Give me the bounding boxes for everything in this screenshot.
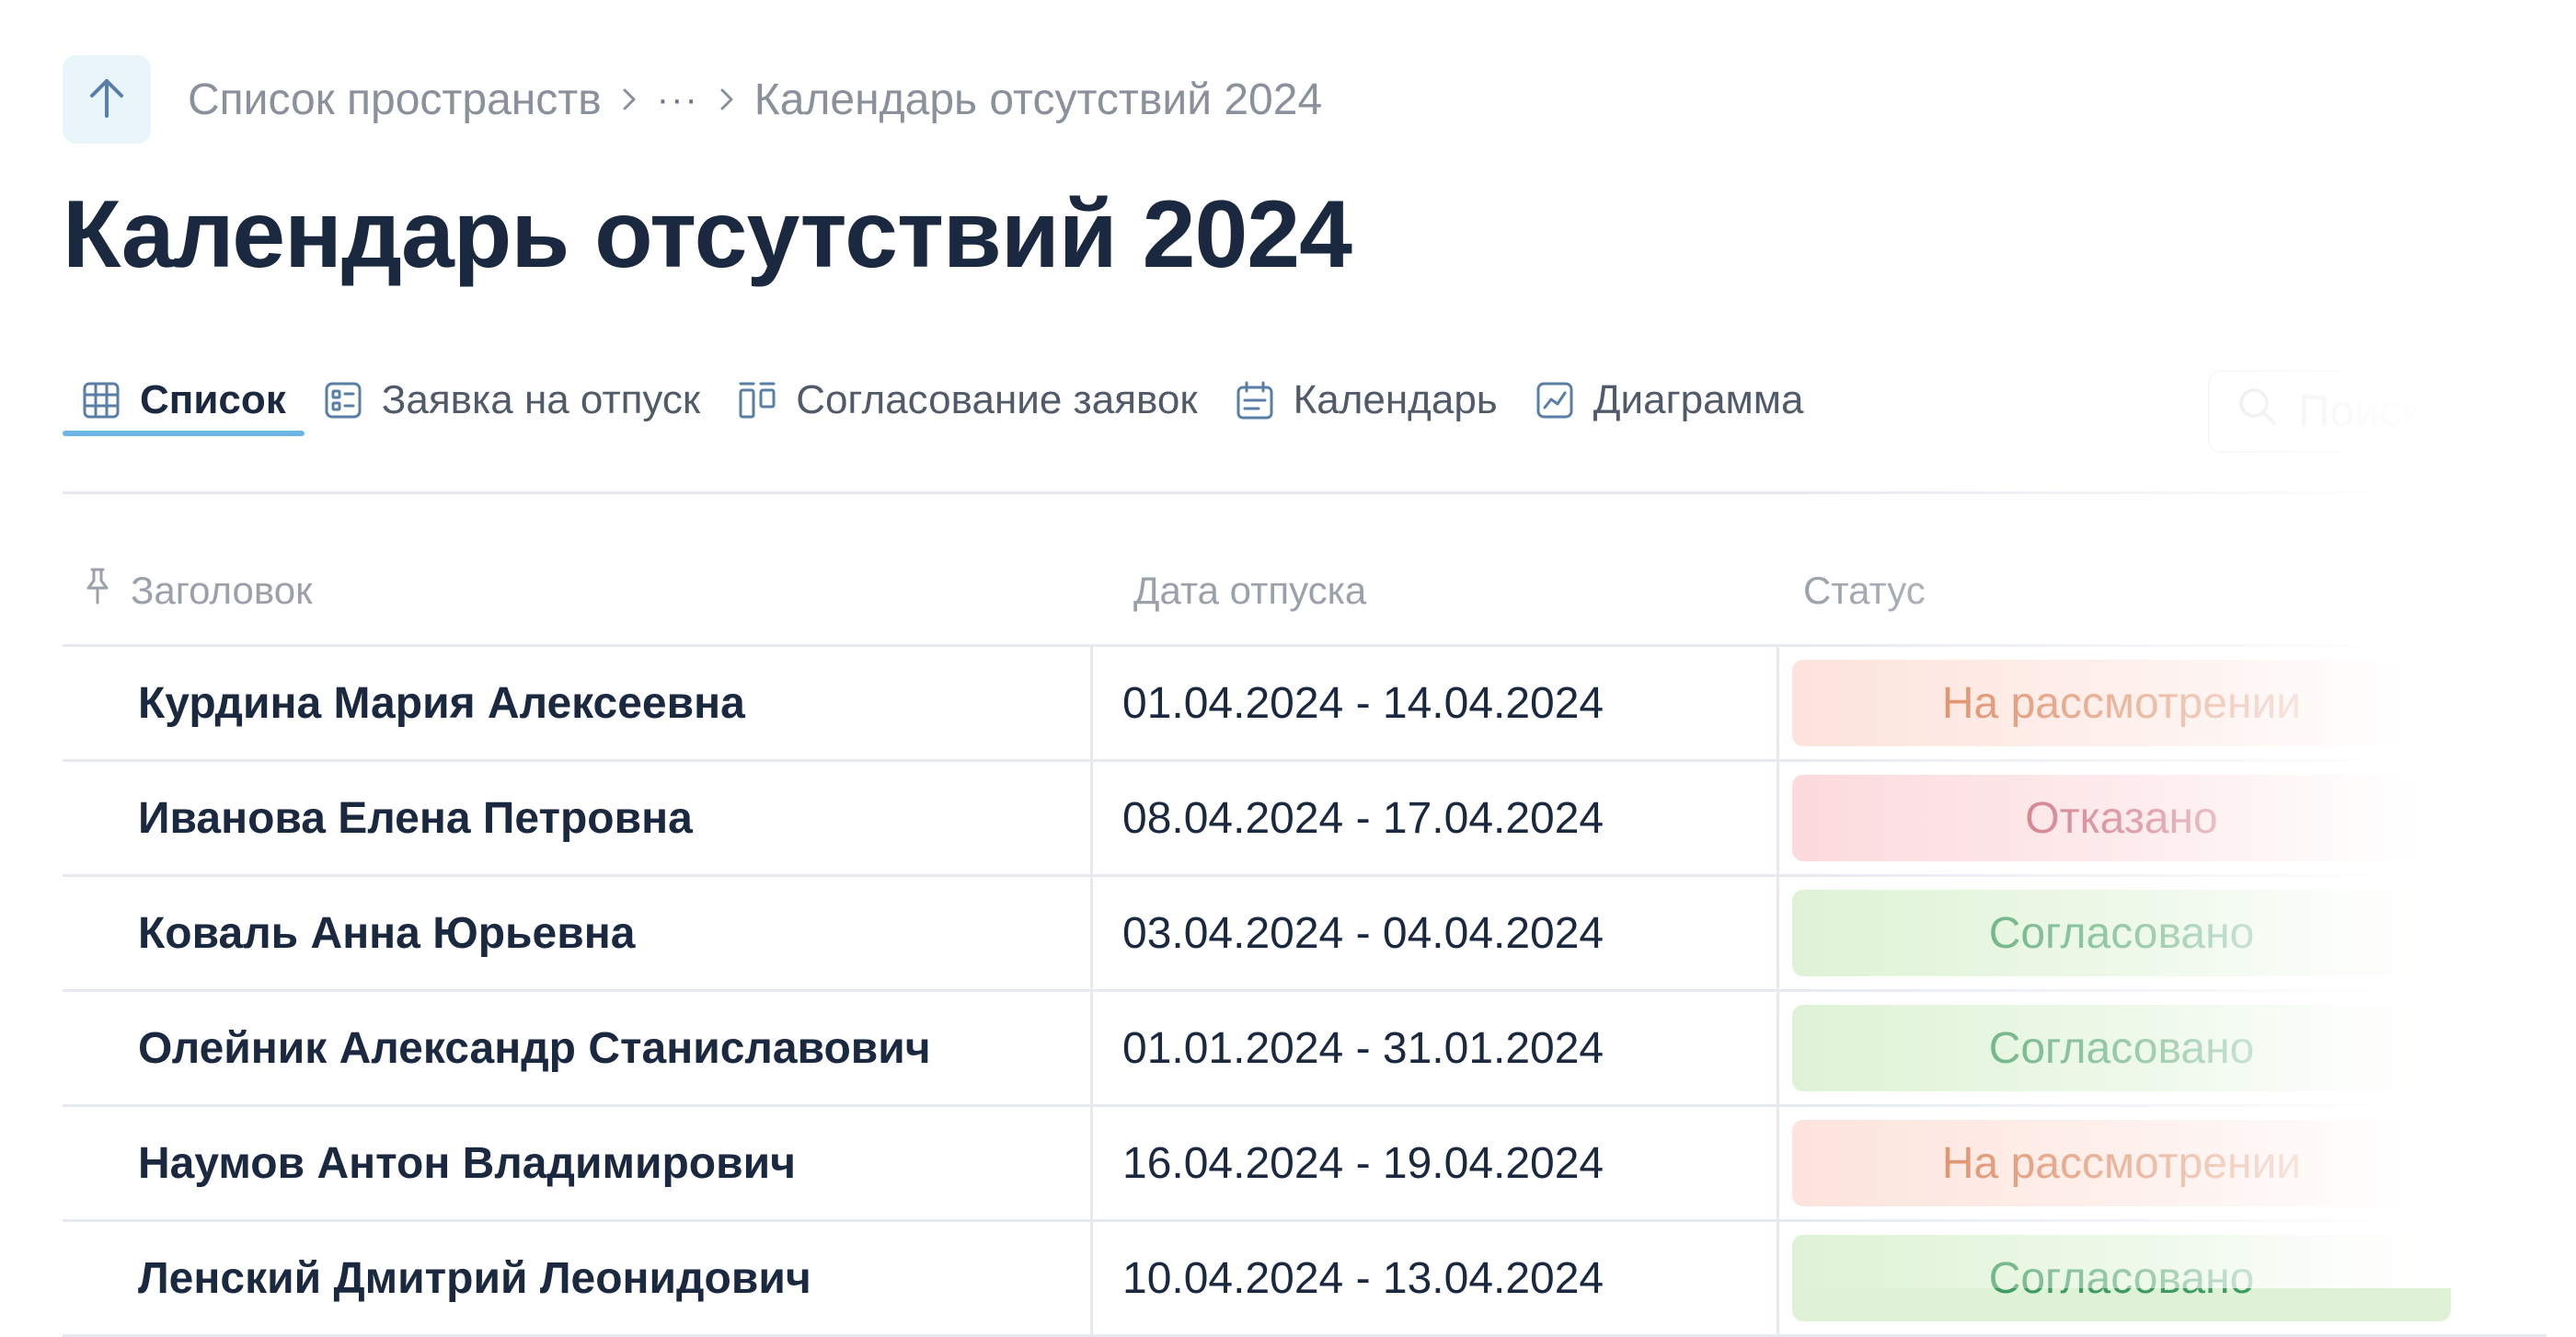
cell-dates: 03.04.2024 - 04.04.2024 bbox=[1093, 877, 1779, 989]
cell-status: Отказано bbox=[1779, 762, 2547, 874]
column-header-status-label: Статус bbox=[1803, 569, 1926, 612]
cell-dates: 10.04.2024 - 13.04.2024 bbox=[1093, 1222, 1779, 1334]
search-input[interactable]: Поиск bbox=[2208, 370, 2558, 453]
table-row[interactable]: Иванова Елена Петровна 08.04.2024 - 17.0… bbox=[63, 762, 2547, 877]
cell-title: Наумов Антон Владимирович bbox=[63, 1107, 1093, 1219]
table-header: Заголовок Дата отпуска Статус bbox=[63, 537, 2547, 647]
status-badge: Согласовано bbox=[1792, 1235, 2451, 1321]
breadcrumb-ellipsis[interactable]: ··· bbox=[657, 79, 699, 121]
tab-approvals-label: Согласование заявок bbox=[796, 377, 1198, 422]
status-badge: Согласовано bbox=[1792, 1005, 2451, 1091]
tab-list[interactable]: Список bbox=[63, 333, 305, 467]
search-placeholder: Поиск bbox=[2298, 386, 2421, 436]
table-row[interactable]: Ленский Дмитрий Леонидович 10.04.2024 - … bbox=[63, 1222, 2547, 1337]
view-tabs: Список Заявка на отпуск Согласование зая… bbox=[63, 361, 2385, 495]
column-header-dates[interactable]: Дата отпуска bbox=[1093, 569, 1779, 613]
breadcrumb-spaces-link[interactable]: Список пространств bbox=[188, 75, 602, 125]
cell-title: Иванова Елена Петровна bbox=[63, 762, 1093, 874]
table-row[interactable]: Курдина Мария Алексеевна 01.04.2024 - 14… bbox=[63, 647, 2547, 762]
status-badge: Согласовано bbox=[1792, 890, 2451, 976]
cell-title: Олейник Александр Станиславович bbox=[63, 992, 1093, 1104]
chevron-right-icon bbox=[622, 86, 637, 112]
cell-dates: 01.01.2024 - 31.01.2024 bbox=[1093, 992, 1779, 1104]
breadcrumb: Список пространств ··· Календарь отсутст… bbox=[188, 66, 1322, 133]
breadcrumb-current[interactable]: Календарь отсутствий 2024 bbox=[754, 75, 1322, 125]
arrow-up-icon bbox=[86, 75, 127, 124]
tab-leave-request[interactable]: Заявка на отпуск bbox=[305, 333, 719, 467]
tab-calendar[interactable]: Календарь bbox=[1216, 333, 1516, 467]
up-level-button[interactable] bbox=[63, 55, 151, 144]
cell-status: Согласовано bbox=[1779, 877, 2547, 989]
cell-title: Коваль Анна Юрьевна bbox=[63, 877, 1093, 989]
column-header-dates-label: Дата отпуска bbox=[1133, 569, 1367, 612]
cell-status: Согласовано bbox=[1779, 992, 2547, 1104]
table-grid-icon bbox=[81, 380, 121, 421]
table-row[interactable]: Олейник Александр Станиславович 01.01.20… bbox=[63, 992, 2547, 1107]
tab-leave-request-label: Заявка на отпуск bbox=[381, 377, 701, 422]
tab-list-label: Список bbox=[140, 377, 286, 422]
column-header-status[interactable]: Статус bbox=[1779, 569, 2547, 613]
cell-status: На рассмотрении bbox=[1779, 647, 2547, 759]
cell-status: Согласовано bbox=[1779, 1222, 2547, 1334]
status-badge: На рассмотрении bbox=[1792, 660, 2451, 746]
calendar-icon bbox=[1235, 380, 1275, 421]
tab-chart-label: Диаграмма bbox=[1593, 377, 1804, 422]
cell-title: Курдина Мария Алексеевна bbox=[63, 647, 1093, 759]
tab-approvals[interactable]: Согласование заявок bbox=[719, 333, 1215, 467]
cell-dates: 16.04.2024 - 19.04.2024 bbox=[1093, 1107, 1779, 1219]
cell-title: Ленский Дмитрий Леонидович bbox=[63, 1222, 1093, 1334]
column-header-title[interactable]: Заголовок bbox=[63, 566, 1093, 616]
chevron-right-icon bbox=[719, 86, 734, 112]
status-badge: Отказано bbox=[1792, 775, 2451, 861]
cell-dates: 08.04.2024 - 17.04.2024 bbox=[1093, 762, 1779, 874]
pin-icon[interactable] bbox=[85, 566, 110, 616]
tab-chart[interactable]: Диаграмма bbox=[1516, 333, 1823, 467]
search-icon bbox=[2236, 385, 2278, 438]
page-title: Календарь отсутствий 2024 bbox=[63, 181, 1352, 288]
cell-dates: 01.04.2024 - 14.04.2024 bbox=[1093, 647, 1779, 759]
table-row[interactable]: Наумов Антон Владимирович 16.04.2024 - 1… bbox=[63, 1107, 2547, 1222]
table-row[interactable]: Коваль Анна Юрьевна 03.04.2024 - 04.04.2… bbox=[63, 877, 2547, 992]
tab-calendar-label: Календарь bbox=[1293, 377, 1498, 422]
cell-status: На рассмотрении bbox=[1779, 1107, 2547, 1219]
absence-table: Заголовок Дата отпуска Статус Курдина Ма… bbox=[63, 537, 2547, 1337]
status-badge: На рассмотрении bbox=[1792, 1120, 2451, 1206]
kanban-icon bbox=[737, 380, 777, 421]
chart-icon bbox=[1535, 380, 1575, 421]
form-icon bbox=[323, 380, 363, 421]
column-header-title-label: Заголовок bbox=[131, 569, 313, 612]
